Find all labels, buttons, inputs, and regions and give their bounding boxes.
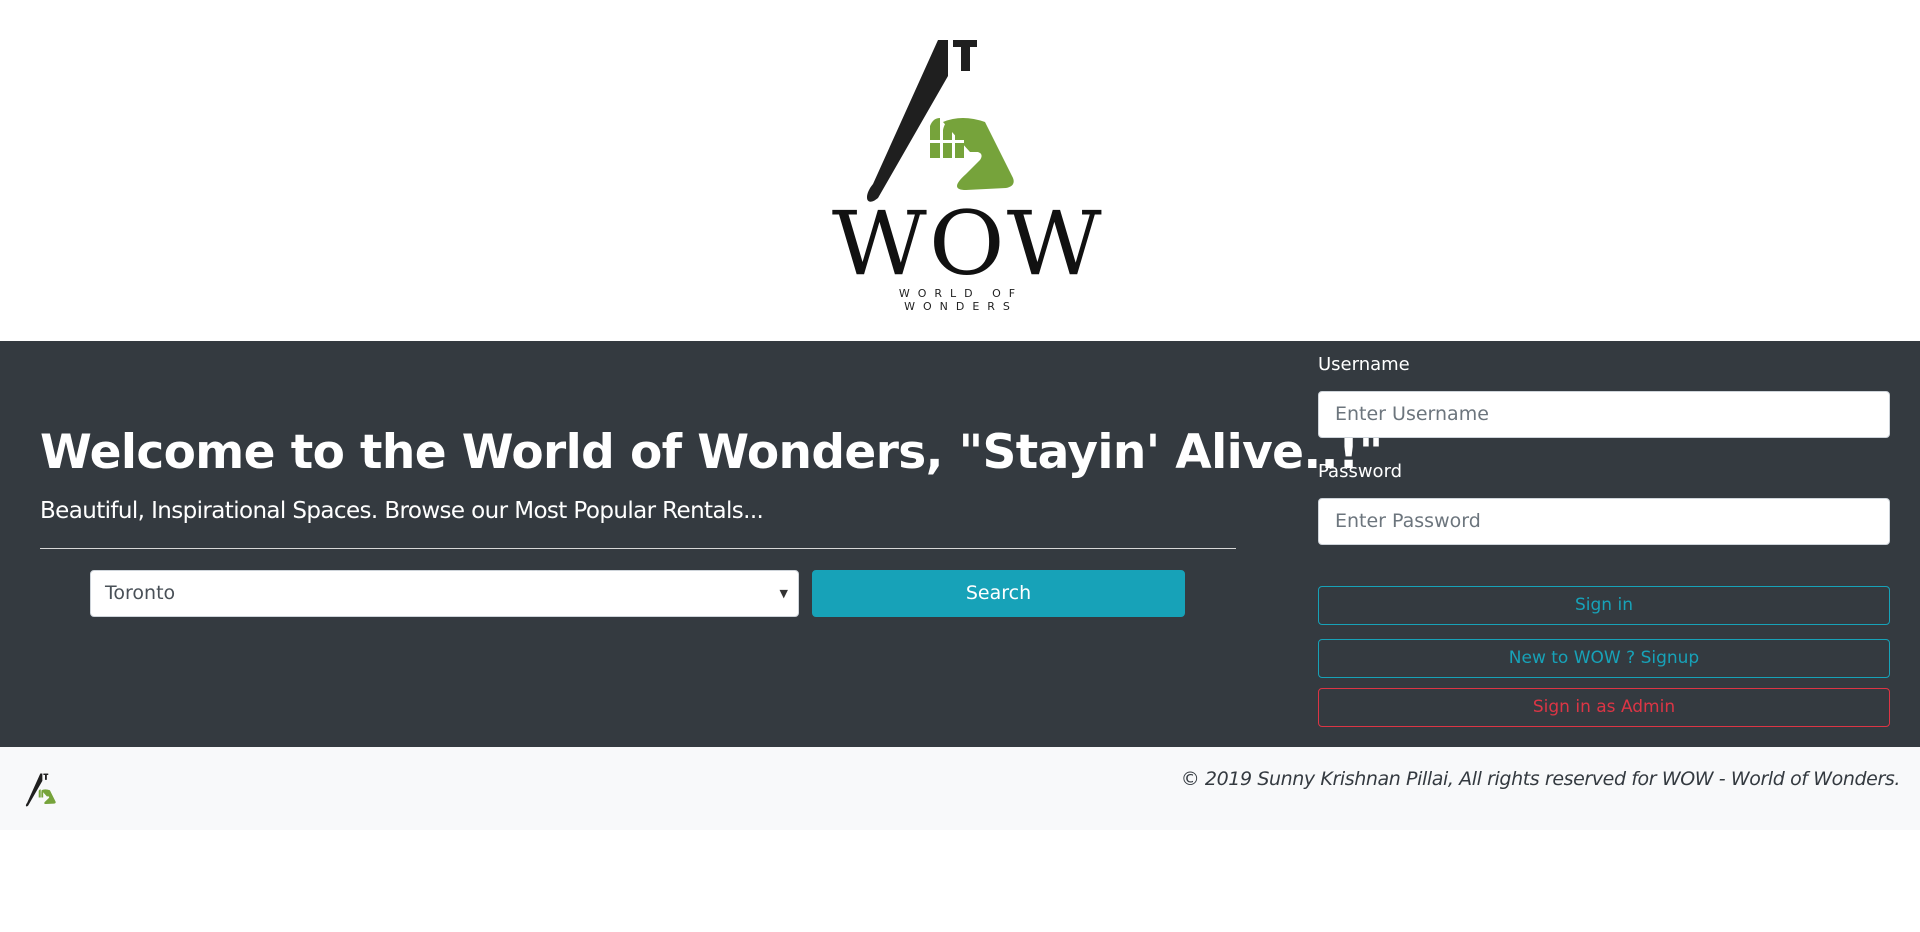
wow-house-logo-icon[interactable] [20, 766, 70, 812]
search-button[interactable]: Search [812, 570, 1185, 617]
hero-title: Welcome to the World of Wonders, "Stayin… [40, 425, 1383, 480]
site-header: WOW WORLD OF WONDERS [0, 0, 1920, 341]
site-footer: © 2019 Sunny Krishnan Pillai, All rights… [0, 747, 1920, 830]
hero-section: Welcome to the World of Wonders, "Stayin… [0, 341, 1920, 747]
username-input[interactable]: Enter Username [1318, 391, 1890, 438]
password-label: Password [1318, 461, 1403, 482]
city-select[interactable]: Toronto ▼ [90, 570, 799, 617]
admin-signin-button[interactable]: Sign in as Admin [1318, 688, 1890, 727]
signin-button[interactable]: Sign in [1318, 586, 1890, 625]
password-input[interactable]: Enter Password [1318, 498, 1890, 545]
copyright-text: © 2019 Sunny Krishnan Pillai, All rights… [1180, 768, 1901, 790]
signup-button[interactable]: New to WOW ? Signup [1318, 639, 1890, 678]
logo-wordmark: WOW [831, 192, 1104, 295]
city-select-value: Toronto [105, 582, 176, 604]
chevron-down-icon: ▼ [779, 587, 788, 600]
logo-tagline: WORLD OF WONDERS [898, 287, 1024, 313]
username-label: Username [1318, 354, 1410, 375]
hero-subtitle: Beautiful, Inspirational Spaces. Browse … [40, 498, 764, 524]
hero-divider [40, 548, 1236, 549]
